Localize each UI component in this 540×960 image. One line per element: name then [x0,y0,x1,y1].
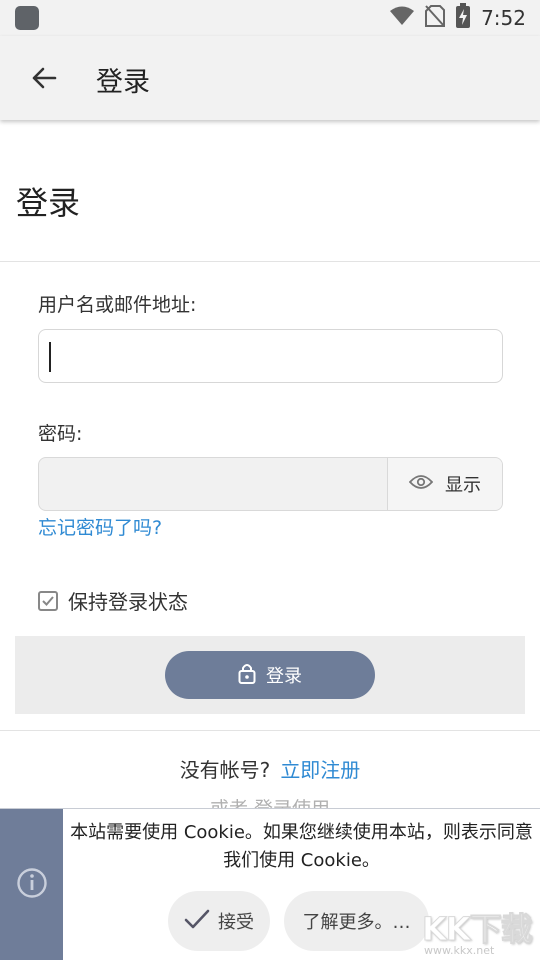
watermark-logo: KK下载 www.kkx.net [422,902,540,960]
back-arrow-icon[interactable] [24,58,64,98]
login-button-label: 登录 [266,666,302,687]
app-icon [15,6,39,30]
app-bar: 登录 [0,36,540,120]
cookie-learn-more-label: 了解更多。… [302,912,411,933]
app-bar-title: 登录 [96,67,150,98]
signup-prompt: 没有帐号? [179,758,271,782]
wifi-icon [389,5,415,31]
password-group: 显示 [38,457,503,511]
divider [0,261,540,262]
signup-link[interactable]: 立即注册 [280,758,360,782]
cookie-notice-text: 本站需要使用 Cookie。如果您继续使用本站，则表示同意我们使用 Cookie… [70,822,533,871]
text-caret [49,342,51,372]
cookie-accept-label: 接受 [218,912,254,933]
forgot-password-link[interactable]: 忘记密码了吗? [38,513,162,540]
cookie-accept-button[interactable]: 接受 [168,891,270,951]
status-bar: 7:52 [0,0,540,36]
info-icon [16,867,48,903]
remember-label: 保持登录状态 [68,590,188,614]
status-icons: 7:52 [389,0,526,36]
login-button-area: 登录 [15,636,525,714]
clock-time: 7:52 [481,6,526,30]
cookie-learn-more-button[interactable]: 了解更多。… [284,891,429,951]
divider [0,730,540,731]
remember-me[interactable]: 保持登录状态 [38,586,188,615]
show-password-button[interactable]: 显示 [387,458,502,510]
password-label: 密码: [38,423,83,445]
battery-charging-icon [455,3,471,33]
login-button[interactable]: 登录 [165,651,375,699]
signup-row: 没有帐号? 立即注册 [0,754,540,783]
username-label: 用户名或邮件地址: [38,294,197,316]
eye-icon [408,474,434,494]
remember-checkbox[interactable] [38,590,58,611]
cookie-banner-side [0,809,63,960]
no-sim-icon [425,4,446,32]
show-password-label: 显示 [445,475,481,496]
password-input[interactable] [39,458,387,510]
lock-icon [238,662,256,688]
watermark-url: www.kkx.net [424,944,495,957]
page-title: 登录 [16,184,81,222]
username-input[interactable] [38,329,503,383]
checkmark-icon [184,908,210,935]
